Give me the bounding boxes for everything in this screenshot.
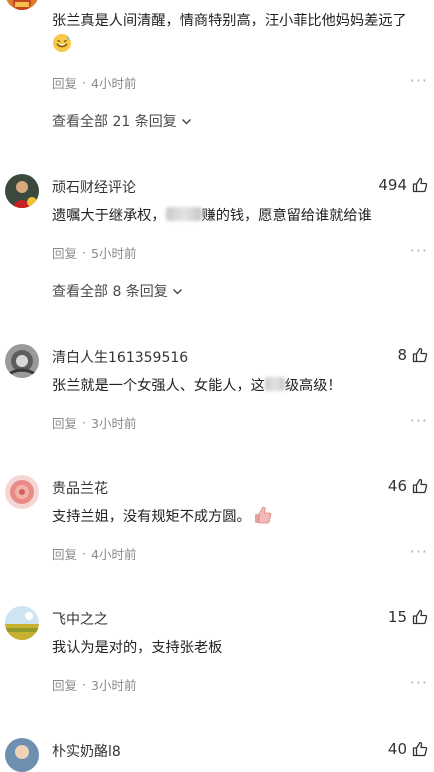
thumbs-up-icon bbox=[412, 177, 428, 193]
like-count: 46 bbox=[387, 477, 407, 495]
comment-text: 张兰就是一个女强人、女能人，这 级高级！ bbox=[52, 377, 342, 394]
username[interactable]: 贵品兰花 bbox=[52, 478, 108, 498]
thumbs-up-emoji bbox=[254, 506, 271, 524]
avatar[interactable] bbox=[5, 344, 39, 378]
like-button[interactable]: 40 bbox=[388, 740, 428, 758]
comment-meta: 回复 · 4小时前 bbox=[52, 544, 137, 563]
thumbs-up-icon bbox=[412, 347, 428, 363]
grin-sweat-emoji bbox=[53, 34, 71, 52]
thumbs-up-icon bbox=[412, 741, 428, 757]
comment-text: 我认为是对的，支持张老板 bbox=[52, 640, 223, 656]
like-count: 8 bbox=[397, 346, 407, 364]
more-icon[interactable]: ··· bbox=[410, 673, 428, 692]
mosaic-blur bbox=[264, 377, 285, 391]
mosaic-blur bbox=[165, 207, 202, 221]
reply-button[interactable]: 回复 bbox=[52, 73, 77, 92]
username[interactable]: 飞中之之 bbox=[52, 609, 108, 629]
thumbs-up-icon bbox=[412, 609, 428, 625]
comment-meta: 回复 · 5小时前 bbox=[52, 243, 137, 262]
like-button[interactable]: 8 bbox=[397, 346, 428, 364]
comment-text: 支持兰姐，没有规矩不成方圆。 bbox=[52, 505, 424, 529]
avatar[interactable] bbox=[5, 475, 39, 509]
timestamp: 4小时前 bbox=[91, 547, 137, 562]
comment-text: 遗嘱大于继承权， 赚的钱，愿意留给谁就给谁 bbox=[52, 207, 372, 224]
like-button[interactable]: 15 bbox=[388, 608, 428, 626]
avatar[interactable] bbox=[5, 174, 39, 208]
like-count: 15 bbox=[387, 608, 407, 626]
timestamp: 3小时前 bbox=[91, 678, 137, 693]
like-button[interactable]: 494 bbox=[378, 176, 428, 194]
more-icon[interactable]: ··· bbox=[410, 241, 428, 260]
avatar[interactable] bbox=[5, 0, 39, 10]
thumbs-up-icon bbox=[412, 478, 428, 494]
timestamp: 3小时前 bbox=[91, 416, 137, 431]
chevron-down-icon bbox=[172, 288, 182, 295]
timestamp: 4小时前 bbox=[91, 76, 137, 91]
username[interactable]: 清白人生161359516 bbox=[52, 347, 188, 367]
comment-meta: 回复 · 3小时前 bbox=[52, 675, 137, 694]
reply-button[interactable]: 回复 bbox=[52, 413, 77, 432]
like-count: 494 bbox=[378, 176, 407, 194]
like-button[interactable]: 46 bbox=[388, 477, 428, 495]
more-icon[interactable]: ··· bbox=[410, 71, 428, 90]
username[interactable]: 朴实奶酪l8 bbox=[52, 741, 121, 761]
like-count: 40 bbox=[387, 740, 407, 758]
view-all-replies-button[interactable]: 查看全部 8 条回复 bbox=[52, 281, 183, 301]
timestamp: 5小时前 bbox=[91, 246, 137, 261]
chevron-down-icon bbox=[181, 118, 191, 125]
comment-meta: 回复 · 3小时前 bbox=[52, 413, 137, 432]
avatar[interactable] bbox=[5, 738, 39, 772]
avatar[interactable] bbox=[5, 606, 39, 640]
more-icon[interactable]: ··· bbox=[410, 542, 428, 561]
reply-button[interactable]: 回复 bbox=[52, 243, 77, 262]
more-icon[interactable]: ··· bbox=[410, 411, 428, 430]
view-all-replies-button[interactable]: 查看全部 21 条回复 bbox=[52, 111, 192, 131]
comment-list: 张兰真是人间清醒，情商特别高，汪小菲比他妈妈差远了 回复 · 4小时前 ··· … bbox=[0, 0, 434, 772]
reply-button[interactable]: 回复 bbox=[52, 675, 77, 694]
reply-button[interactable]: 回复 bbox=[52, 544, 77, 563]
comment-text: 张兰真是人间清醒，情商特别高，汪小菲比他妈妈差远了 bbox=[52, 9, 424, 57]
username[interactable]: 顽石财经评论 bbox=[52, 177, 136, 197]
comment-meta: 回复 · 4小时前 bbox=[52, 73, 137, 92]
